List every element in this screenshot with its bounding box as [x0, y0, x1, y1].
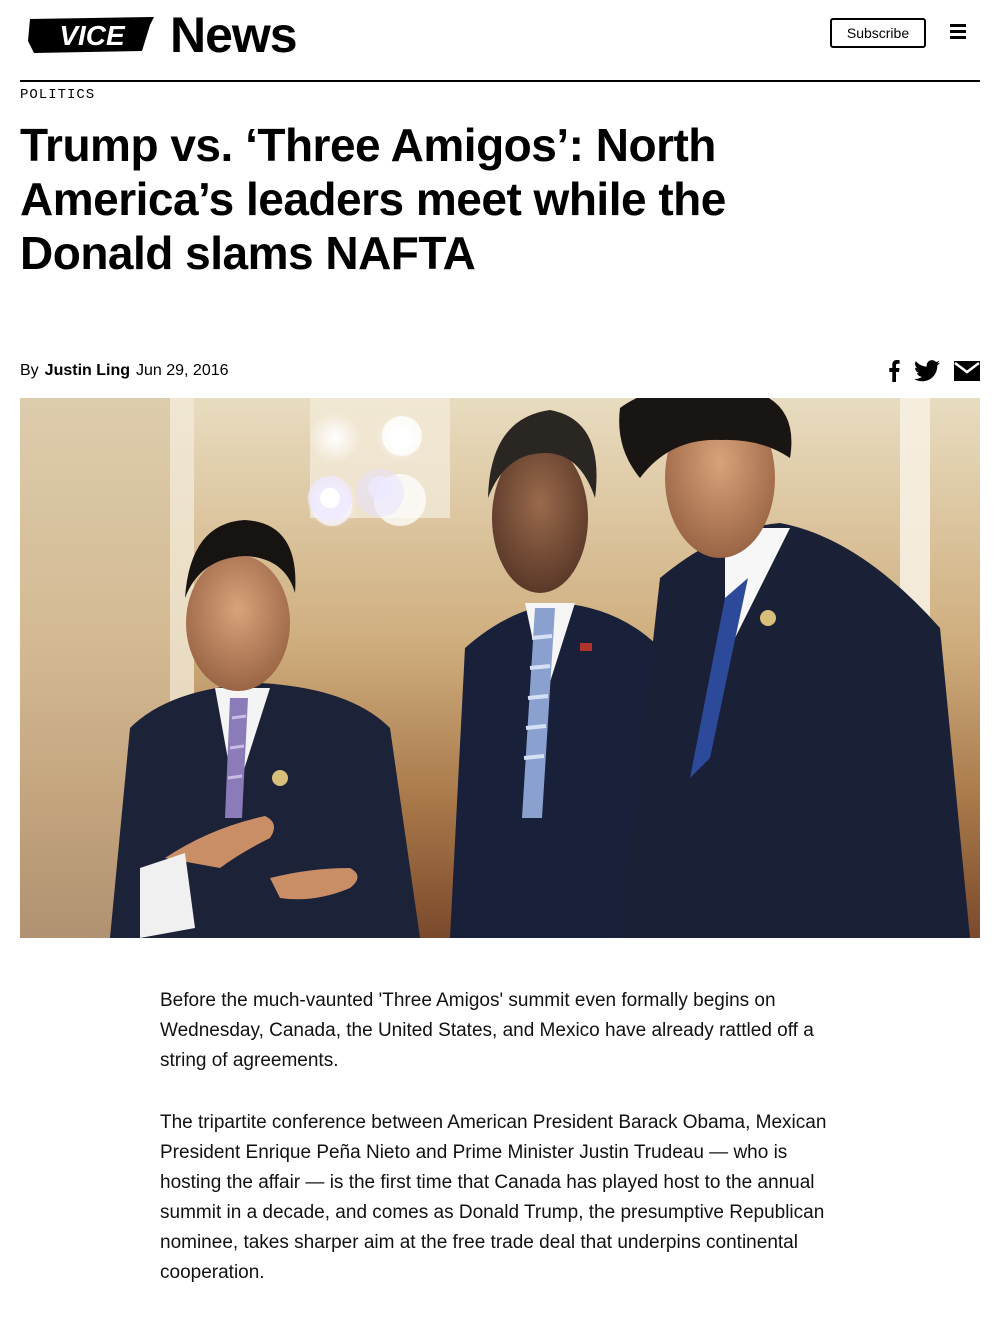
article-headline: Trump vs. ‘Three Amigos’: North America’…	[20, 119, 726, 279]
svg-text:VICE: VICE	[59, 20, 126, 51]
email-icon[interactable]	[954, 361, 980, 381]
share-bar	[888, 360, 980, 382]
hamburger-menu-icon[interactable]	[950, 24, 966, 40]
hero-image	[20, 398, 980, 938]
vice-logo: VICE	[28, 17, 154, 53]
author-link[interactable]: Justin Ling	[45, 362, 130, 380]
article-paragraph: Before the much-vaunted 'Three Amigos' s…	[160, 990, 814, 1071]
site-logo[interactable]: VICE News	[26, 7, 298, 63]
site-header: VICE News Subscribe	[20, 0, 980, 82]
twitter-icon[interactable]	[914, 360, 940, 382]
article-body: Before the much-vaunted 'Three Amigos' s…	[160, 986, 840, 1320]
section-label[interactable]: POLITICS	[20, 87, 95, 103]
publish-date: Jun 29, 2016	[136, 362, 229, 379]
byline-prefix: By	[20, 362, 39, 379]
byline: By Justin Ling Jun 29, 2016	[20, 362, 229, 380]
subscribe-button[interactable]: Subscribe	[830, 18, 926, 48]
logo-section-name: News	[170, 7, 298, 63]
facebook-icon[interactable]	[888, 360, 900, 382]
article-paragraph: The tripartite conference between Americ…	[160, 1112, 827, 1283]
